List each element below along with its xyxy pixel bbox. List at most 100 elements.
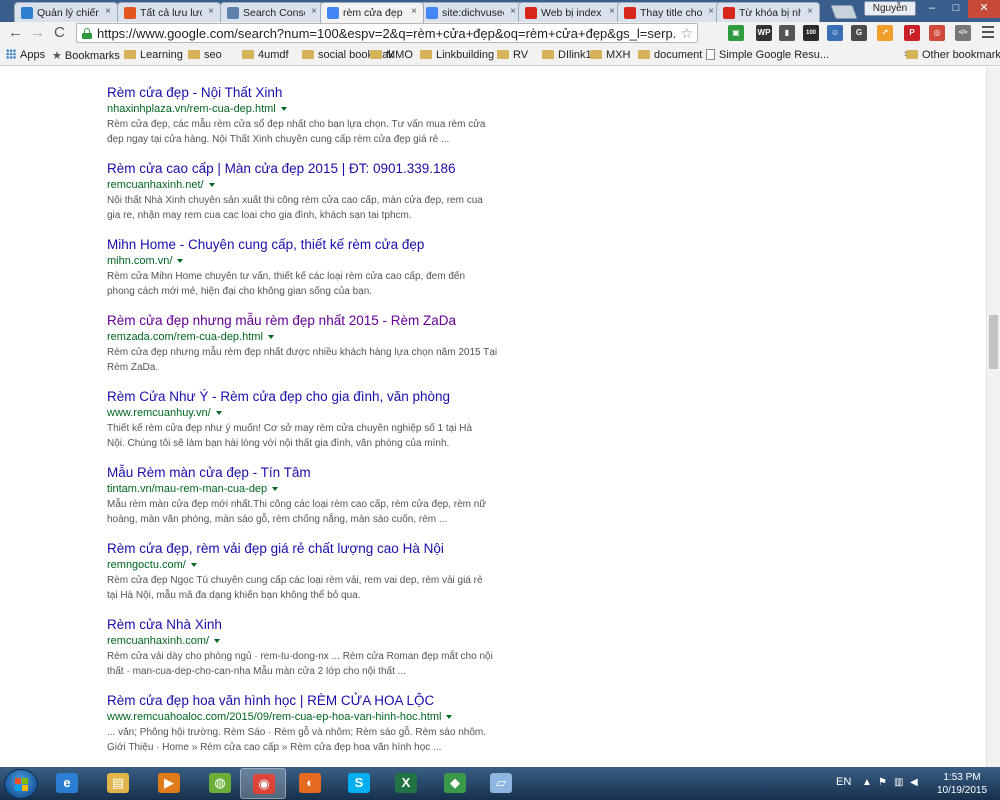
bookmark-folder[interactable]: Linkbuilding bbox=[420, 49, 494, 61]
ext-code-icon[interactable]: </> bbox=[955, 25, 971, 41]
bookmark-folder[interactable]: RV bbox=[497, 49, 528, 61]
tab-close-icon[interactable]: × bbox=[708, 6, 714, 17]
ie-taskbar-button[interactable]: e bbox=[44, 768, 90, 799]
url-dropdown-icon[interactable] bbox=[190, 563, 197, 567]
tab-7[interactable]: Thay title cho × bbox=[617, 2, 721, 22]
bookmark-folder[interactable]: DIlink1 bbox=[542, 49, 592, 61]
result-title-link[interactable]: Rèm cửa cao cấp | Màn cửa đẹp 2015 | ĐT:… bbox=[107, 160, 512, 177]
skype-taskbar-icon: S bbox=[348, 773, 370, 793]
firefox-taskbar-button[interactable]: ◐ bbox=[287, 768, 333, 799]
ext-green-icon[interactable]: ▣ bbox=[728, 25, 744, 41]
tab-favicon-icon bbox=[624, 7, 636, 19]
tab-6[interactable]: Web bị index × bbox=[518, 2, 622, 22]
bookmark-other[interactable]: Other bookmarks bbox=[906, 49, 1000, 61]
explorer-taskbar-button[interactable]: ▤ bbox=[95, 768, 141, 799]
result-title-link[interactable]: Mihn Home - Chuyên cung cấp, thiết kế rè… bbox=[107, 236, 512, 253]
bookmark-apps[interactable]: Apps bbox=[6, 49, 45, 61]
minimize-button[interactable]: – bbox=[920, 0, 944, 18]
system-clock[interactable]: 1:53 PM 10/19/2015 bbox=[930, 771, 994, 797]
new-tab-button[interactable] bbox=[830, 5, 858, 19]
tab-close-icon[interactable]: × bbox=[105, 6, 111, 17]
bookmark-folder[interactable]: 4umdf bbox=[242, 49, 289, 61]
result-snippet-line: hoàng, màn văn phòng, màn sáo gỗ, rèm ch… bbox=[107, 514, 448, 525]
url-dropdown-icon[interactable] bbox=[208, 183, 215, 187]
result-title-link[interactable]: Rèm cửa Nhà Xinh bbox=[107, 616, 512, 633]
tray-expand-icon[interactable]: ▲ bbox=[862, 777, 872, 788]
tab-close-icon[interactable]: × bbox=[609, 6, 615, 17]
bookmark-star-icon[interactable]: ☆ bbox=[680, 25, 693, 42]
tab-close-icon[interactable]: × bbox=[311, 6, 317, 17]
ie-taskbar-icon: e bbox=[56, 773, 78, 793]
close-window-button[interactable]: ✕ bbox=[968, 0, 1000, 18]
ext-chart-icon[interactable]: ↗ bbox=[877, 25, 893, 41]
chrome-taskbar-button[interactable]: ◉ bbox=[240, 768, 286, 799]
tab-5[interactable]: site:dichvusec × bbox=[419, 2, 523, 22]
notes-taskbar-button[interactable]: ▱ bbox=[478, 768, 524, 799]
skype-taskbar-button[interactable]: S bbox=[336, 768, 382, 799]
bookmark-folder[interactable]: Learning bbox=[124, 49, 183, 61]
ext-100-icon[interactable]: 100 bbox=[803, 25, 819, 41]
tab-close-icon[interactable]: × bbox=[510, 6, 516, 17]
windows-taskbar: EN ▲ ⚑ ▥ ◀ 1:53 PM 10/19/2015 e ▤ ▶ ◍ ◉ ◐ S X ◆ ▱ bbox=[0, 767, 1000, 800]
reload-button[interactable]: C bbox=[54, 25, 65, 41]
url-dropdown-icon[interactable] bbox=[177, 259, 184, 263]
result-title-link[interactable]: Rèm cửa đẹp hoa văn hình học | RÈM CỬA H… bbox=[107, 692, 512, 709]
url-text[interactable]: https://www.google.com/search?num=100&es… bbox=[97, 26, 677, 41]
search-result: Rèm cửa đẹp - Nội Thất Xinh nhaxinhplaza.… bbox=[107, 84, 512, 160]
tab-close-icon[interactable]: × bbox=[807, 6, 813, 17]
url-dropdown-icon[interactable] bbox=[272, 487, 279, 491]
tab-close-icon[interactable]: × bbox=[208, 6, 214, 17]
ext-globe-icon[interactable]: ◎ bbox=[929, 25, 945, 41]
forward-button[interactable]: → bbox=[30, 25, 45, 41]
ext-wp-icon[interactable]: WP bbox=[756, 25, 772, 41]
result-title-link[interactable]: Rèm cửa đẹp nhưng mẫu rèm đẹp nhất 2015 … bbox=[107, 312, 512, 329]
network-icon[interactable]: ▥ bbox=[894, 777, 903, 788]
tab-2[interactable]: Tất cả lưu lượ × bbox=[117, 2, 221, 22]
result-snippet-line: Rèm cửa Mihn Home chuyên tư vấn, thiết k… bbox=[107, 271, 466, 282]
address-bar[interactable]: https://www.google.com/search?num=100&es… bbox=[76, 23, 698, 43]
result-title-link[interactable]: Rèm cửa đẹp, rèm vải đẹp giá rẻ chất lượ… bbox=[107, 540, 512, 557]
page-scrollbar[interactable] bbox=[986, 67, 1000, 767]
network-taskbar-button[interactable]: ◆ bbox=[432, 768, 478, 799]
bookmark-simple-google[interactable]: Simple Google Resu... bbox=[706, 49, 829, 61]
bookmark-folder[interactable]: MMO bbox=[370, 49, 413, 61]
ext-phone-icon[interactable]: ▮ bbox=[779, 25, 795, 41]
chrome-menu-icon[interactable] bbox=[982, 26, 994, 41]
result-url-text: mihn.com.vn/ bbox=[107, 255, 173, 267]
tab-4[interactable]: rèm cửa đẹp - × bbox=[320, 2, 424, 23]
url-dropdown-icon[interactable] bbox=[446, 715, 453, 719]
media-player-taskbar-button[interactable]: ▶ bbox=[146, 768, 192, 799]
result-snippet-line: ... văn; Phông hội trường. Rèm Sáo · Rèm… bbox=[107, 727, 486, 738]
profile-button[interactable]: Nguyễn bbox=[864, 1, 916, 16]
bookmark-bookmarks[interactable]: ★ Bookmarks bbox=[52, 49, 120, 62]
ext-g-icon[interactable]: G bbox=[851, 25, 867, 41]
result-snippet-line: Giới Thiệu · Home » Rèm cửa cao cấp » Rè… bbox=[107, 742, 442, 753]
volume-icon[interactable]: ◀ bbox=[910, 777, 918, 788]
bookmark-folder[interactable]: MXH bbox=[590, 49, 630, 61]
tab-1[interactable]: Quản lý chiến × bbox=[14, 2, 118, 22]
flag-icon[interactable]: ⚑ bbox=[878, 777, 887, 788]
start-button[interactable] bbox=[4, 769, 38, 799]
bookmark-folder[interactable]: seo bbox=[188, 49, 222, 61]
result-title-link[interactable]: Mẫu Rèm màn cửa đẹp - Tín Tâm bbox=[107, 464, 512, 481]
result-title-link[interactable]: Rèm Cửa Như Ý - Rèm cửa đẹp cho gia đình… bbox=[107, 388, 512, 405]
url-dropdown-icon[interactable] bbox=[215, 411, 222, 415]
tab-3[interactable]: Search Consol × bbox=[220, 2, 324, 22]
maximize-button[interactable]: □ bbox=[944, 0, 968, 18]
tab-close-icon[interactable]: × bbox=[411, 6, 417, 17]
url-dropdown-icon[interactable] bbox=[267, 335, 274, 339]
url-dropdown-icon[interactable] bbox=[280, 107, 287, 111]
coccoc-taskbar-button[interactable]: ◍ bbox=[197, 768, 243, 799]
tab-8[interactable]: Từ khóa bị nhi × bbox=[716, 2, 820, 22]
tab-label: Tất cả lưu lượ bbox=[140, 7, 202, 19]
scrollbar-thumb[interactable] bbox=[989, 315, 998, 369]
tab-favicon-icon bbox=[227, 7, 239, 19]
excel-taskbar-button[interactable]: X bbox=[383, 768, 429, 799]
ext-pinterest-icon[interactable]: P bbox=[904, 25, 920, 41]
back-button[interactable]: ← bbox=[8, 25, 23, 41]
ext-person-icon[interactable]: ☺ bbox=[827, 25, 843, 41]
url-dropdown-icon[interactable] bbox=[214, 639, 221, 643]
result-title-link[interactable]: Rèm cửa đẹp - Nội Thất Xinh bbox=[107, 84, 512, 101]
language-indicator[interactable]: EN bbox=[836, 776, 851, 788]
bookmark-folder[interactable]: document bbox=[638, 49, 702, 61]
